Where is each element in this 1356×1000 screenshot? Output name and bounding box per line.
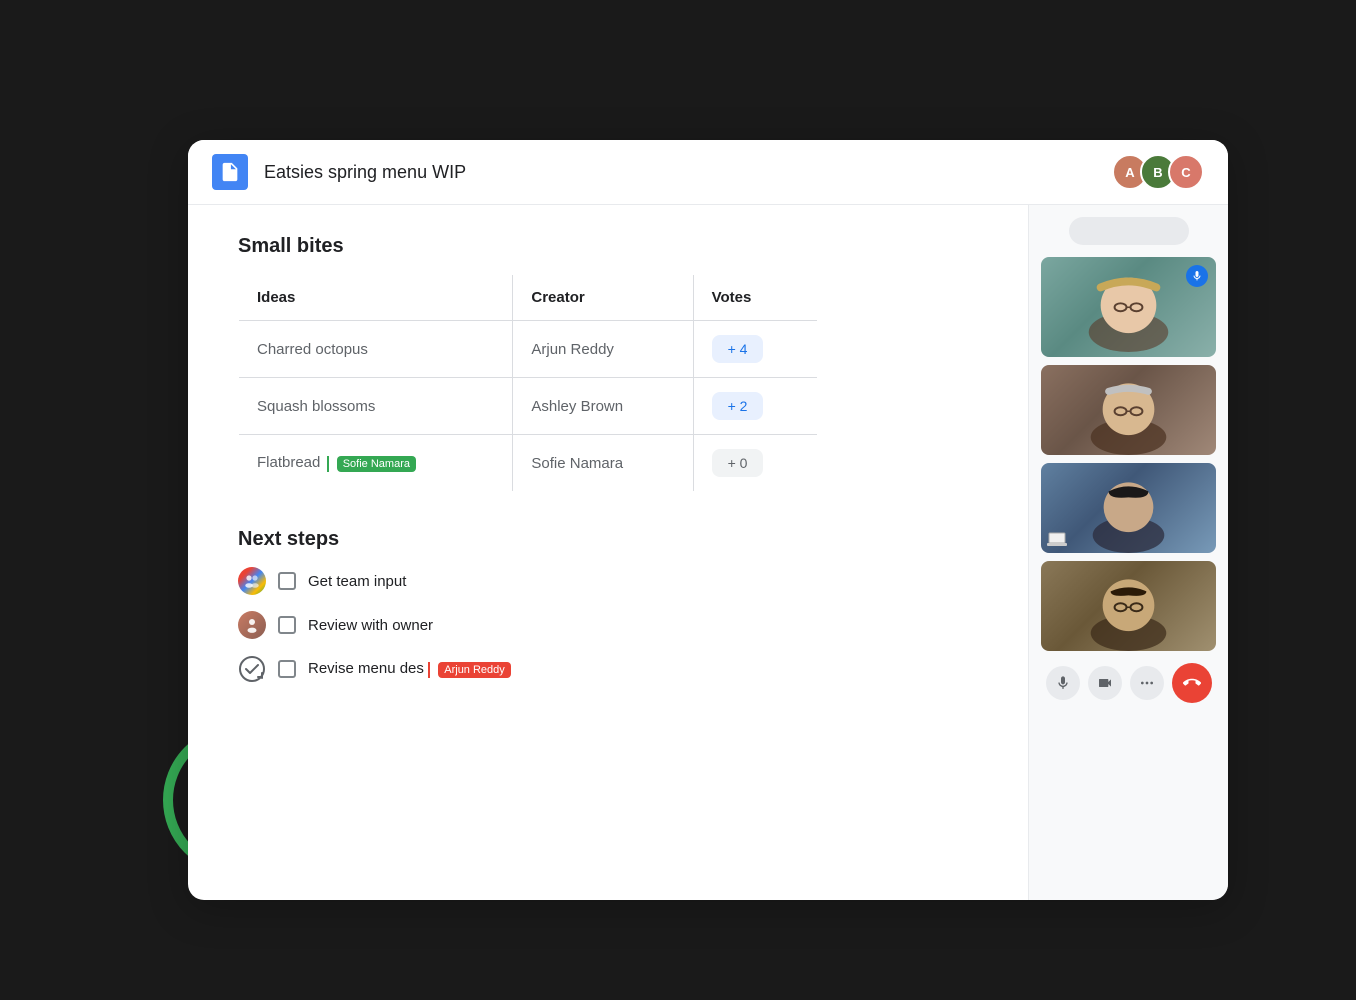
video-panel [1028, 205, 1228, 900]
task-avatar-check [238, 655, 266, 683]
video-tile-2 [1041, 365, 1216, 455]
vote-button-1[interactable]: + 4 [712, 335, 764, 363]
video-tile-4 [1041, 561, 1216, 651]
video-search-bar [1069, 217, 1189, 245]
idea-cell-3: Flatbread Sofie Namara [239, 435, 513, 492]
section2-title: Next steps [238, 528, 978, 551]
votes-cell-2: + 2 [693, 378, 817, 435]
video-tile-3 [1041, 463, 1216, 553]
list-item: Revise menu des Arjun Reddy [238, 655, 978, 683]
document-header: Eatsies spring menu WIP A B C [188, 140, 1228, 205]
video-tile-1 [1041, 257, 1216, 357]
task-label-1: Get team input [308, 573, 406, 590]
idea-cell-1: Charred octopus [239, 321, 513, 378]
creator-cell-1: Arjun Reddy [513, 321, 693, 378]
collaborator-avatars: A B C [1112, 154, 1204, 190]
task-label-3: Revise menu des Arjun Reddy [308, 660, 511, 677]
document-body: Small bites Ideas Creator Votes Charred … [188, 205, 1228, 900]
mic-active-icon [1186, 265, 1208, 287]
vote-button-3[interactable]: + 0 [712, 449, 764, 477]
task-checkbox-1[interactable] [278, 572, 296, 590]
google-docs-icon [212, 154, 248, 190]
cursor-label-arjun: Arjun Reddy [438, 662, 511, 678]
task-checkbox-3[interactable] [278, 660, 296, 678]
table-row: Charred octopus Arjun Reddy + 4 [239, 321, 818, 378]
ideas-table: Ideas Creator Votes Charred octopus Arju… [238, 274, 818, 492]
col-creator: Creator [513, 275, 693, 321]
list-item: Review with owner [238, 611, 978, 639]
task-avatar-multi [238, 567, 266, 595]
col-ideas: Ideas [239, 275, 513, 321]
list-item: Get team input [238, 567, 978, 595]
document-title: Eatsies spring menu WIP [264, 162, 466, 183]
mic-button[interactable] [1046, 666, 1080, 700]
document-window: Eatsies spring menu WIP A B C Small bite… [188, 140, 1228, 900]
more-options-button[interactable] [1130, 666, 1164, 700]
scene: Eatsies spring menu WIP A B C Small bite… [128, 100, 1228, 900]
avatar-user3[interactable]: C [1168, 154, 1204, 190]
section1-title: Small bites [238, 235, 978, 258]
task-checkbox-2[interactable] [278, 616, 296, 634]
col-votes: Votes [693, 275, 817, 321]
task-list: Get team input Review with owner [238, 567, 978, 683]
task-label-2: Review with owner [308, 617, 433, 634]
header-left: Eatsies spring menu WIP [212, 154, 466, 190]
cursor-caret-arjun [428, 662, 430, 678]
document-content: Small bites Ideas Creator Votes Charred … [188, 205, 1028, 900]
end-call-button[interactable] [1172, 663, 1212, 703]
table-row: Flatbread Sofie Namara Sofie Namara + 0 [239, 435, 818, 492]
table-row: Squash blossoms Ashley Brown + 2 [239, 378, 818, 435]
creator-cell-2: Ashley Brown [513, 378, 693, 435]
cursor-label-sofie: Sofie Namara [337, 456, 416, 472]
camera-button[interactable] [1088, 666, 1122, 700]
vote-button-2[interactable]: + 2 [712, 392, 764, 420]
idea-cell-2: Squash blossoms [239, 378, 513, 435]
table-header-row: Ideas Creator Votes [239, 275, 818, 321]
task-avatar-single [238, 611, 266, 639]
video-controls [1041, 663, 1216, 703]
votes-cell-1: + 4 [693, 321, 817, 378]
votes-cell-3: + 0 [693, 435, 817, 492]
creator-cell-3: Sofie Namara [513, 435, 693, 492]
cursor-caret-sofie [327, 456, 329, 472]
